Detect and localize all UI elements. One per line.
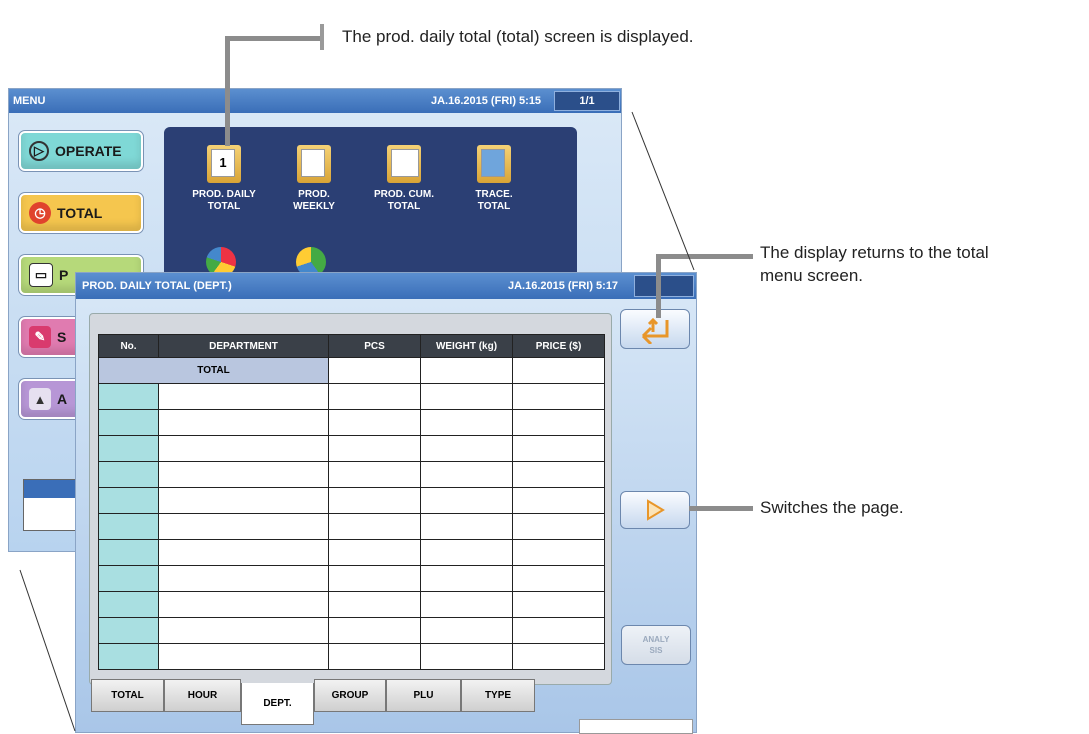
zoom-guide-lines xyxy=(19,111,695,731)
